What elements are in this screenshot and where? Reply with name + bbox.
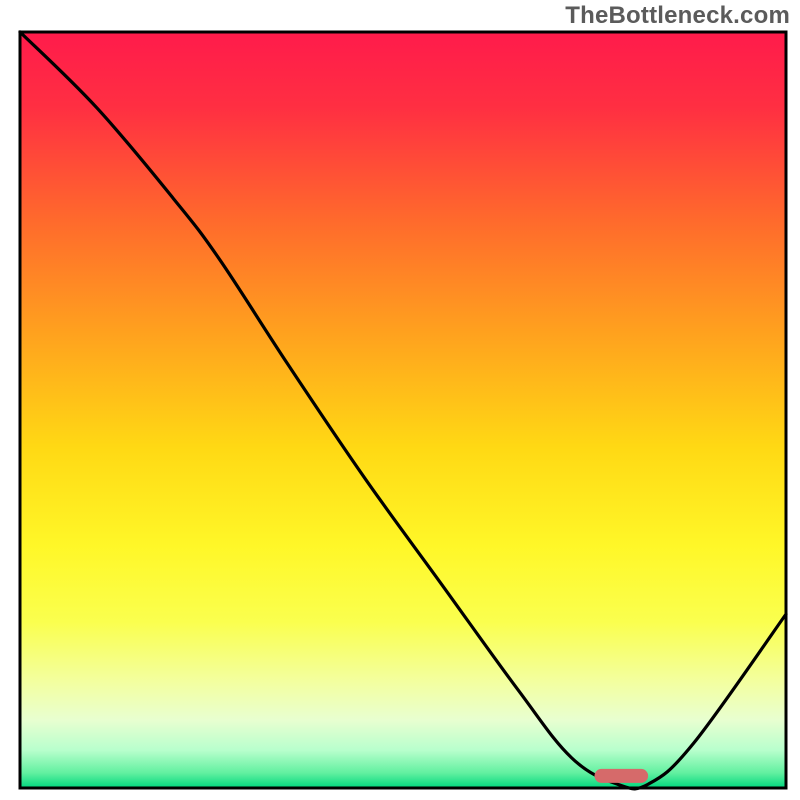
optimal-marker: [595, 769, 649, 783]
gradient-fill: [20, 32, 786, 788]
bottleneck-chart: [0, 0, 800, 800]
chart-stage: TheBottleneck.com: [0, 0, 800, 800]
